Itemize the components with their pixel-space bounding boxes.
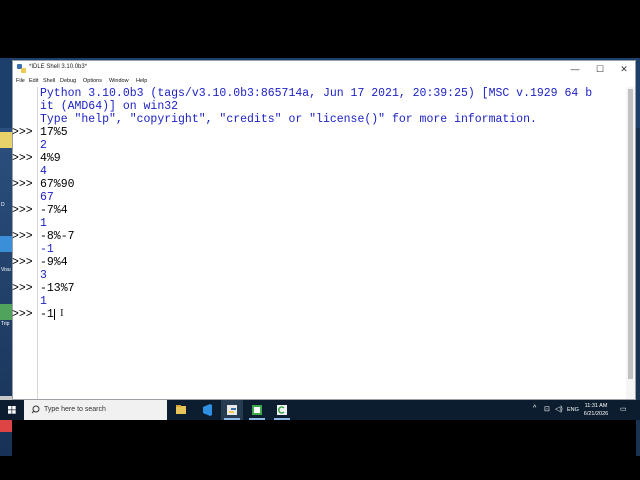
output-line: -1 [40, 243, 54, 256]
banner-line: Python 3.10.0b3 (tags/v3.10.0b3:865714a,… [40, 87, 593, 100]
idle-shell-icon[interactable] [221, 400, 243, 420]
ibeam-cursor-icon: I [60, 307, 64, 319]
menu-options[interactable]: Options [83, 78, 102, 84]
output-line: 2 [40, 139, 47, 152]
shell-text-area[interactable]: Python 3.10.0b3 (tags/v3.10.0b3:865714a,… [40, 87, 625, 399]
output-line: 3 [40, 269, 47, 282]
maximize-button[interactable]: ☐ [588, 61, 612, 77]
output-line: 1 [40, 295, 47, 308]
title-bar[interactable]: *IDLE Shell 3.10.0b3* — ☐ ✕ [13, 61, 635, 77]
shell-prompt: >>> [12, 152, 33, 165]
current-input-line[interactable]: -1 [40, 308, 54, 321]
desktop-label: D [1, 202, 5, 208]
output-line: 67 [40, 191, 54, 204]
clock[interactable]: 11:31 AM 6/21/2026 [578, 402, 614, 418]
input-line: -13%7 [40, 282, 75, 295]
scrollbar-thumb[interactable] [628, 89, 633, 379]
shell-prompt: >>> [12, 126, 33, 139]
volume-icon[interactable]: ◁) [555, 405, 563, 413]
camtasia-icon[interactable] [246, 400, 268, 420]
windows-logo-icon [8, 406, 16, 414]
desktop-vscode-icon[interactable] [0, 236, 12, 252]
output-line: 1 [40, 217, 47, 230]
vscode-icon[interactable] [196, 400, 218, 420]
vertical-scrollbar[interactable] [626, 87, 635, 399]
text-caret [54, 309, 55, 320]
start-button[interactable] [0, 400, 24, 420]
shell-prompt: >>> [12, 230, 33, 243]
shell-prompt: >>> [12, 308, 33, 321]
clock-date: 6/21/2026 [583, 411, 609, 417]
menu-bar: File Edit Shell Debug Options Window Hel… [13, 77, 635, 87]
close-button[interactable]: ✕ [612, 61, 636, 77]
menu-file[interactable]: File [16, 78, 25, 84]
taskbar: Type here to search ^ ⊡ ◁) ENG 11:31 AM … [0, 400, 640, 420]
menu-shell[interactable]: Shell [43, 78, 55, 84]
network-icon[interactable]: ⊡ [544, 405, 550, 413]
input-line: -9%4 [40, 256, 68, 269]
taskbar-search-box[interactable]: Type here to search [24, 400, 167, 420]
shell-prompt: >>> [12, 256, 33, 269]
desktop-folder-icon[interactable] [0, 132, 12, 148]
window-title: *IDLE Shell 3.10.0b3* [29, 64, 88, 70]
file-explorer-icon[interactable] [170, 400, 192, 420]
minimize-button[interactable]: — [563, 61, 587, 77]
input-line: -8%-7 [40, 230, 75, 243]
input-line: 4%9 [40, 152, 61, 165]
menu-window[interactable]: Window [109, 78, 129, 84]
search-icon [31, 405, 40, 414]
python-icon [17, 64, 26, 73]
input-line: 67%90 [40, 178, 75, 191]
desktop-label: Visu [1, 267, 11, 273]
menu-edit[interactable]: Edit [29, 78, 38, 84]
clock-time: 11:31 AM [584, 403, 608, 409]
menu-debug[interactable]: Debug [60, 78, 76, 84]
output-line: 4 [40, 165, 47, 178]
running-indicator [249, 418, 265, 420]
idle-shell-window[interactable]: *IDLE Shell 3.10.0b3* — ☐ ✕ File Edit Sh… [12, 60, 636, 400]
search-placeholder: Type here to search [44, 406, 106, 413]
running-indicator [274, 418, 290, 420]
banner-line: Type "help", "copyright", "credits" or "… [40, 113, 537, 126]
desktop-label: Trip [1, 321, 10, 327]
notification-icon[interactable]: ▭ [620, 405, 627, 413]
banner-line: it (AMD64)] on win32 [40, 100, 179, 113]
shell-prompt: >>> [12, 178, 33, 191]
shell-prompt: >>> [12, 204, 33, 217]
input-line: -7%4 [40, 204, 68, 217]
active-indicator [224, 418, 240, 420]
desktop-app-icon[interactable] [0, 304, 12, 320]
input-line: 17%5 [40, 126, 68, 139]
shell-prompt: >>> [12, 282, 33, 295]
menu-help[interactable]: Help [136, 78, 147, 84]
camtasia-recorder-icon[interactable] [271, 400, 293, 420]
tray-chevron-icon[interactable]: ^ [533, 405, 536, 412]
